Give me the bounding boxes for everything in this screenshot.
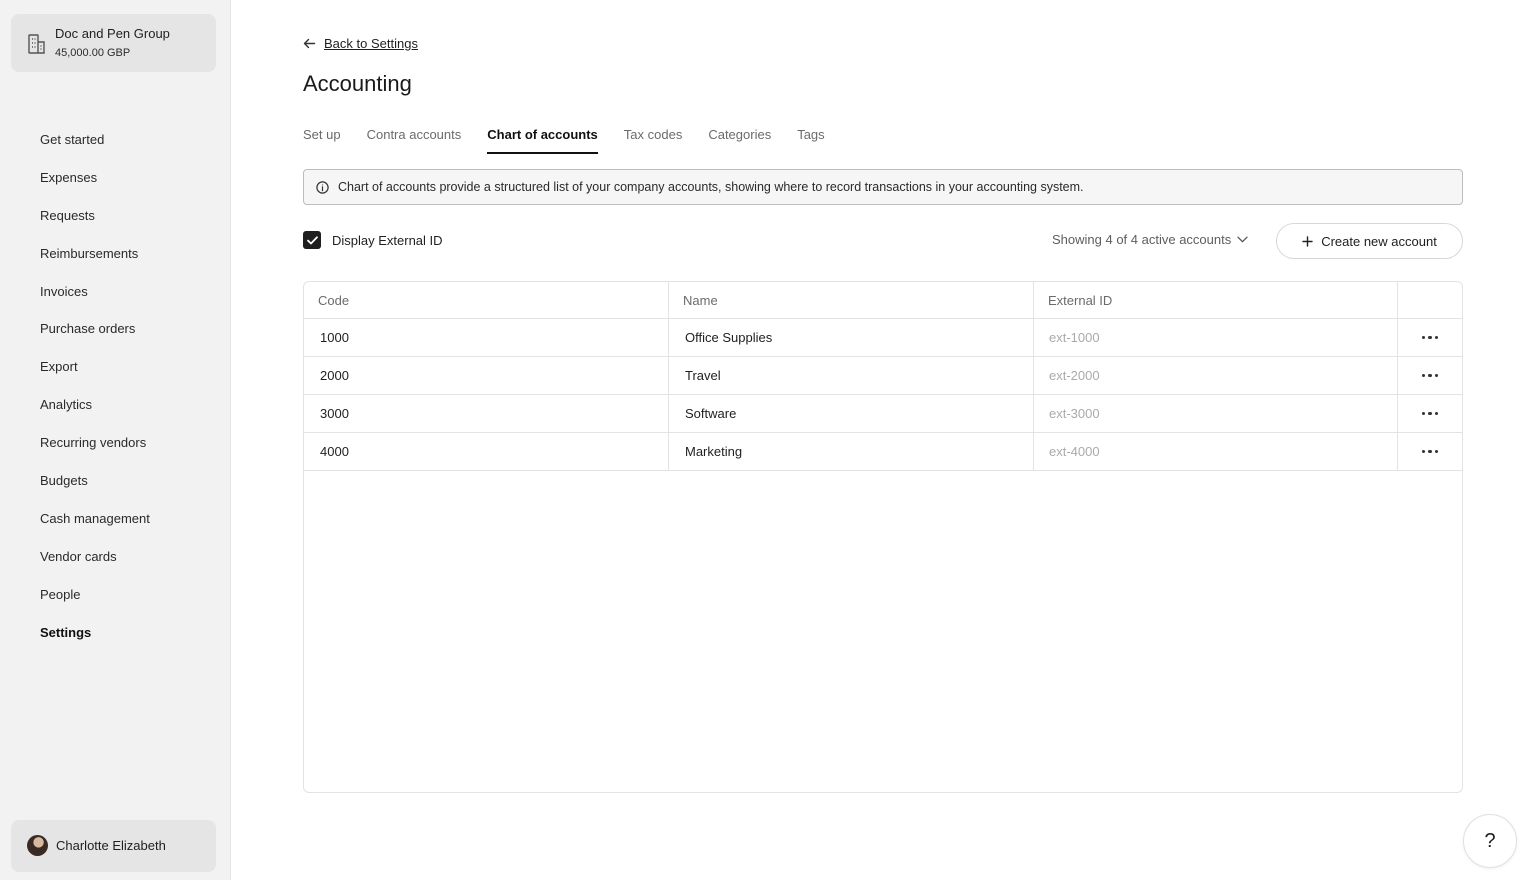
tab-categories[interactable]: Categories bbox=[708, 127, 771, 154]
cell-external-id: ext-2000 bbox=[1034, 357, 1398, 394]
cell-name: Travel bbox=[669, 357, 1034, 394]
row-actions-button[interactable] bbox=[1398, 319, 1462, 356]
cell-external-id: ext-4000 bbox=[1034, 433, 1398, 470]
cell-name: Software bbox=[669, 395, 1034, 432]
checkmark-icon bbox=[306, 235, 318, 244]
create-new-account-button[interactable]: Create new account bbox=[1276, 223, 1463, 259]
sidebar-item-invoices[interactable]: Invoices bbox=[40, 280, 150, 318]
sidebar-item-people[interactable]: People bbox=[40, 583, 150, 621]
cell-name: Office Supplies bbox=[669, 319, 1034, 356]
more-horizontal-icon bbox=[1421, 449, 1439, 454]
tab-set-up[interactable]: Set up bbox=[303, 127, 341, 154]
tab-tags[interactable]: Tags bbox=[797, 127, 824, 154]
sidebar-item-budgets[interactable]: Budgets bbox=[40, 469, 150, 507]
display-external-id-toggle: Display External ID bbox=[303, 231, 443, 249]
sidebar-item-vendor-cards[interactable]: Vendor cards bbox=[40, 545, 150, 583]
display-external-id-checkbox[interactable] bbox=[303, 231, 321, 249]
user-menu[interactable]: Charlotte Elizabeth bbox=[11, 820, 216, 872]
column-header-external-id: External ID bbox=[1034, 282, 1398, 318]
column-header-actions bbox=[1398, 282, 1462, 318]
table-row: 3000 Software ext-3000 bbox=[304, 395, 1462, 433]
table-header: Code Name External ID bbox=[304, 282, 1462, 319]
showing-label: Showing 4 of 4 active accounts bbox=[1052, 232, 1232, 247]
chevron-down-icon bbox=[1237, 236, 1248, 243]
tab-bar: Set up Contra accounts Chart of accounts… bbox=[303, 127, 851, 154]
row-actions-button[interactable] bbox=[1398, 395, 1462, 432]
sidebar-item-purchase-orders[interactable]: Purchase orders bbox=[40, 317, 150, 355]
back-link-label: Back to Settings bbox=[324, 36, 418, 51]
tab-tax-codes[interactable]: Tax codes bbox=[624, 127, 683, 154]
avatar bbox=[27, 835, 48, 856]
user-name: Charlotte Elizabeth bbox=[56, 838, 166, 853]
cell-code: 1000 bbox=[304, 319, 669, 356]
company-balance: 45,000.00 GBP bbox=[55, 47, 131, 59]
company-switcher[interactable]: Doc and Pen Group 45,000.00 GBP bbox=[11, 14, 216, 72]
sidebar-item-cash-management[interactable]: Cash management bbox=[40, 507, 150, 545]
info-icon bbox=[316, 180, 329, 194]
sidebar-item-recurring-vendors[interactable]: Recurring vendors bbox=[40, 431, 150, 469]
tab-contra-accounts[interactable]: Contra accounts bbox=[367, 127, 462, 154]
row-actions-button[interactable] bbox=[1398, 433, 1462, 470]
sidebar-nav: Get started Expenses Requests Reimbursem… bbox=[40, 128, 150, 658]
page-title: Accounting bbox=[303, 71, 412, 96]
sidebar-item-expenses[interactable]: Expenses bbox=[40, 166, 150, 204]
account-status-filter[interactable]: Showing 4 of 4 active accounts bbox=[1052, 232, 1248, 247]
info-banner: Chart of accounts provide a structured l… bbox=[303, 169, 1463, 205]
sidebar-item-requests[interactable]: Requests bbox=[40, 204, 150, 242]
sidebar-item-settings[interactable]: Settings bbox=[40, 621, 150, 659]
sidebar-item-analytics[interactable]: Analytics bbox=[40, 393, 150, 431]
more-horizontal-icon bbox=[1421, 335, 1439, 340]
sidebar-item-reimbursements[interactable]: Reimbursements bbox=[40, 242, 150, 280]
table-row: 4000 Marketing ext-4000 bbox=[304, 433, 1462, 471]
cell-external-id: ext-1000 bbox=[1034, 319, 1398, 356]
table-row: 2000 Travel ext-2000 bbox=[304, 357, 1462, 395]
cell-code: 4000 bbox=[304, 433, 669, 470]
column-header-code: Code bbox=[304, 282, 669, 318]
accounts-table: Code Name External ID 1000 Office Suppli… bbox=[303, 281, 1463, 793]
sidebar-item-export[interactable]: Export bbox=[40, 355, 150, 393]
more-horizontal-icon bbox=[1421, 373, 1439, 378]
tab-chart-of-accounts[interactable]: Chart of accounts bbox=[487, 127, 598, 154]
info-text: Chart of accounts provide a structured l… bbox=[338, 180, 1084, 194]
building-icon bbox=[28, 34, 45, 54]
display-external-id-label: Display External ID bbox=[332, 232, 443, 248]
more-horizontal-icon bbox=[1421, 411, 1439, 416]
column-header-name: Name bbox=[669, 282, 1034, 318]
create-new-account-label: Create new account bbox=[1321, 233, 1437, 249]
table-row: 1000 Office Supplies ext-1000 bbox=[304, 319, 1462, 357]
help-button[interactable]: ? bbox=[1463, 814, 1517, 868]
company-name: Doc and Pen Group bbox=[55, 26, 170, 41]
back-to-settings-link[interactable]: Back to Settings bbox=[303, 36, 418, 51]
cell-code: 3000 bbox=[304, 395, 669, 432]
cell-external-id: ext-3000 bbox=[1034, 395, 1398, 432]
cell-code: 2000 bbox=[304, 357, 669, 394]
row-actions-button[interactable] bbox=[1398, 357, 1462, 394]
sidebar-item-get-started[interactable]: Get started bbox=[40, 128, 150, 166]
cell-name: Marketing bbox=[669, 433, 1034, 470]
sidebar: Doc and Pen Group 45,000.00 GBP Get star… bbox=[0, 0, 231, 880]
arrow-left-icon bbox=[303, 38, 316, 49]
plus-icon bbox=[1302, 235, 1313, 247]
